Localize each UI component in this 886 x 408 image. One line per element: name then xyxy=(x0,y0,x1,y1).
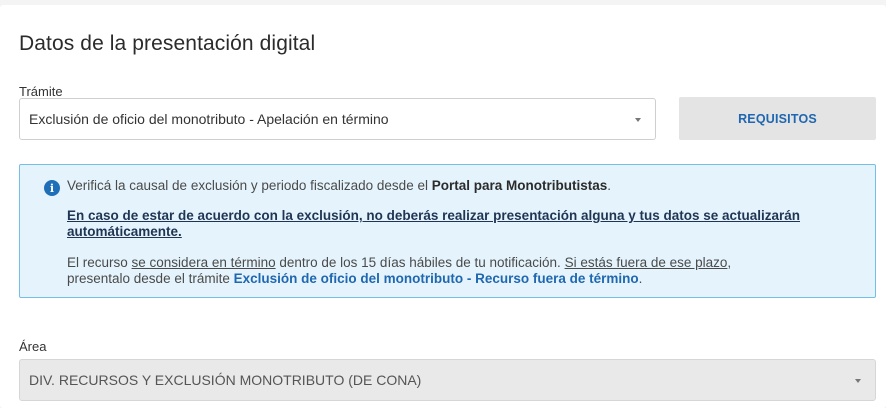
info-deadline-text: El recurso se considera en término dentr… xyxy=(67,255,835,287)
info-line-portal: Verificá la causal de exclusión y period… xyxy=(67,178,835,194)
tramite-select[interactable]: Exclusión de oficio del monotributo - Ap… xyxy=(19,98,656,140)
info-icon: i xyxy=(44,180,60,196)
deadline-text-b: dentro de los 15 días hábiles de tu noti… xyxy=(275,255,565,270)
deadline-text-a: El recurso xyxy=(67,255,132,270)
info-alert: i Verificá la causal de exclusión y peri… xyxy=(19,164,876,298)
section-title: Datos de la presentación digital xyxy=(19,32,316,55)
info-line1-prefix: Verificá la causal de exclusión y period… xyxy=(67,178,432,193)
tramite-label: Trámite xyxy=(19,84,63,99)
chevron-down-icon xyxy=(855,379,861,383)
area-label: Área xyxy=(19,339,47,354)
info-line1-suffix: . xyxy=(607,178,612,193)
presentation-card: Datos de la presentación digital Trámite… xyxy=(0,5,886,408)
fuera-de-plazo-link[interactable]: Si estás fuera de ese plazo xyxy=(565,255,728,270)
chevron-down-icon xyxy=(635,118,641,122)
agreement-notice-link[interactable]: En caso de estar de acuerdo con la exclu… xyxy=(67,208,800,239)
area-selected-value: DIV. RECURSOS Y EXCLUSIÓN MONOTRIBUTO (D… xyxy=(29,372,422,388)
info-notice: En caso de estar de acuerdo con la exclu… xyxy=(67,208,835,240)
area-select[interactable]: DIV. RECURSOS Y EXCLUSIÓN MONOTRIBUTO (D… xyxy=(19,359,876,401)
tramite-selected-value: Exclusión de oficio del monotributo - Ap… xyxy=(29,111,389,127)
deadline-text-e: . xyxy=(638,271,643,286)
deadline-text-c: , xyxy=(727,255,732,270)
en-termino-link[interactable]: se considera en término xyxy=(132,255,276,270)
requisitos-button[interactable]: REQUISITOS xyxy=(679,97,876,140)
portal-monotributistas-link[interactable]: Portal para Monotributistas xyxy=(432,178,608,193)
deadline-text-d: presentalo desde el trámite xyxy=(67,271,234,286)
recurso-fuera-de-termino-link[interactable]: Exclusión de oficio del monotributo - Re… xyxy=(234,271,639,286)
